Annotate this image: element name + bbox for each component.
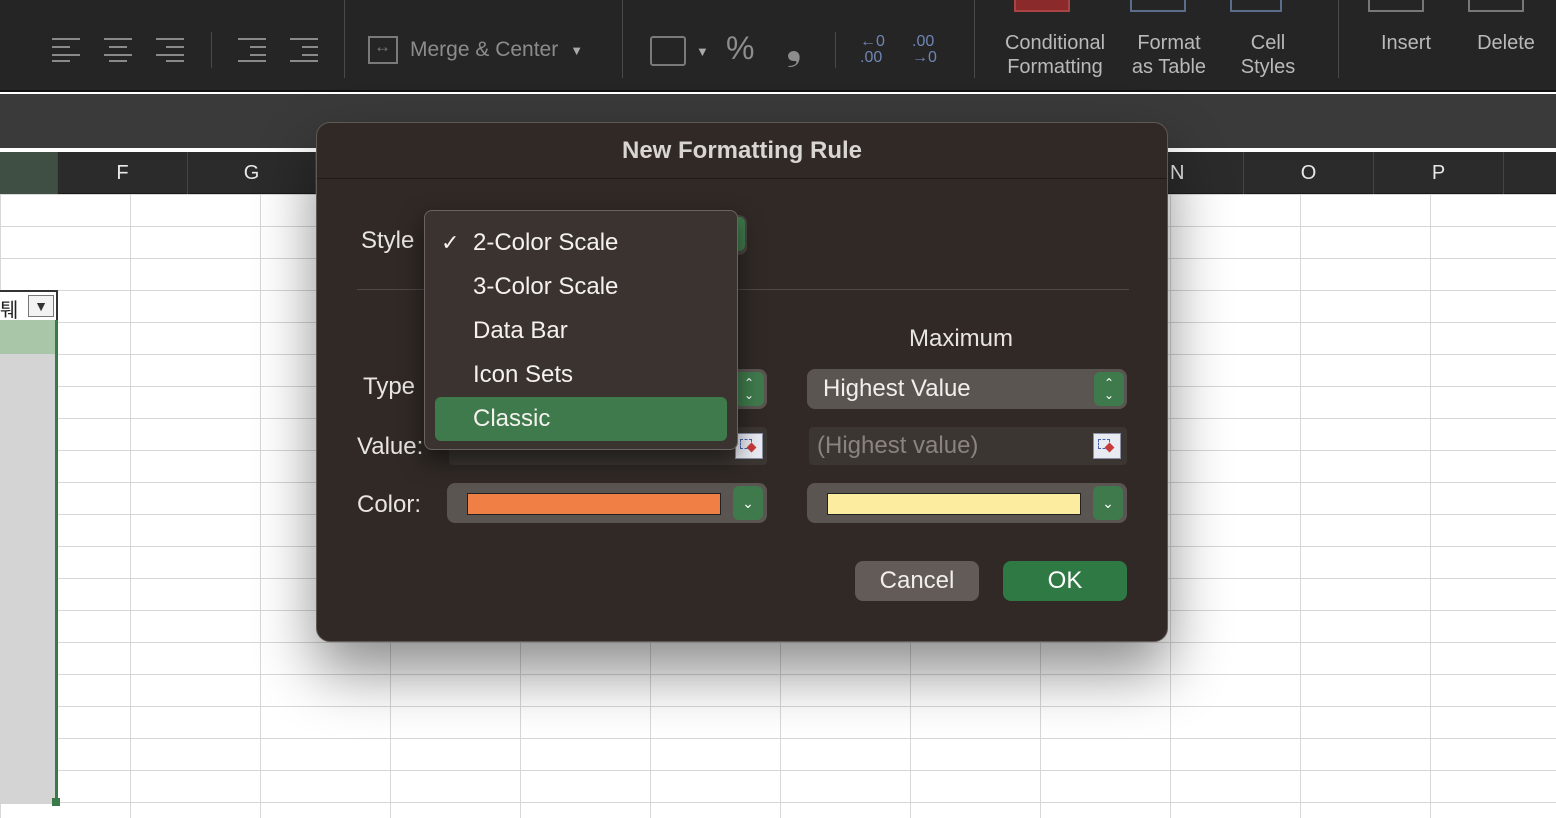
ribbon-divider — [211, 32, 212, 68]
chevron-down-icon: ⌄ — [1093, 486, 1123, 520]
ribbon-divider — [974, 0, 975, 78]
cancel-button[interactable]: Cancel — [855, 561, 979, 601]
merge-center-button[interactable]: Merge & Center ▼ — [368, 32, 583, 68]
column-header-p[interactable]: P — [1374, 152, 1504, 194]
max-type-value: Highest Value — [823, 375, 971, 402]
delete-label: Delete — [1477, 32, 1535, 54]
max-value-placeholder: (Highest value) — [817, 432, 979, 459]
menu-item-icon-sets[interactable]: Icon Sets — [435, 353, 727, 397]
increase-indent-icon[interactable] — [290, 38, 320, 62]
delete-button[interactable]: Delete — [1466, 31, 1546, 55]
chevron-updown-icon: ⌃ ⌄ — [1094, 372, 1124, 406]
maximum-heading: Maximum — [909, 325, 1014, 352]
decrease-indent-icon[interactable] — [238, 38, 268, 62]
chevron-down-icon[interactable]: ▼ — [570, 43, 583, 58]
ribbon-divider — [622, 0, 623, 78]
menu-item-label: 3-Color Scale — [473, 273, 619, 300]
selected-column-range[interactable] — [0, 320, 58, 804]
increase-decimal-icon[interactable]: .00 →0 — [912, 34, 948, 66]
max-type-select[interactable]: Highest Value ⌃ ⌄ — [807, 369, 1127, 409]
cell-styles-button[interactable]: Cell Styles — [1228, 31, 1308, 79]
cell-styles-line1: Cell — [1250, 32, 1286, 54]
dialog-title: New Formatting Rule — [317, 123, 1167, 179]
percent-style-icon[interactable]: % — [726, 30, 754, 67]
format-as-table-line2: as Table — [1131, 56, 1207, 78]
cell-styles-line2: Styles — [1240, 56, 1296, 78]
menu-item-label: 2-Color Scale — [473, 229, 619, 256]
filter-header-cell[interactable]: 퉤 ▼ — [0, 290, 58, 322]
cell-styles-icon — [1230, 0, 1282, 12]
active-cell[interactable] — [0, 320, 55, 354]
style-label: Style — [361, 227, 415, 254]
menu-item-label: Icon Sets — [473, 361, 574, 388]
format-as-table-icon — [1130, 0, 1186, 12]
ok-button[interactable]: OK — [1003, 561, 1127, 601]
comma-style-icon[interactable]: ❟ — [786, 24, 802, 69]
format-as-table-line1: Format — [1137, 32, 1201, 54]
align-left-icon[interactable] — [52, 38, 82, 62]
decrease-decimal-icon[interactable]: ←0 .00 — [860, 34, 896, 66]
column-header-g[interactable]: G — [188, 152, 316, 194]
ribbon-divider — [835, 32, 836, 68]
conditional-formatting-line2: Formatting — [1007, 56, 1103, 78]
color-label: Color: — [357, 491, 422, 518]
column-header-n[interactable]: N — [1168, 152, 1244, 194]
chevron-updown-icon: ⌃ ⌄ — [734, 372, 764, 406]
menu-item-2-color-scale[interactable]: ✓ 2-Color Scale — [435, 221, 727, 265]
min-color-swatch — [467, 493, 721, 515]
align-center-icon[interactable] — [104, 38, 134, 62]
max-value-input[interactable]: (Highest value) — [809, 427, 1127, 465]
min-color-select[interactable]: ⌄ — [447, 483, 767, 523]
accounting-format-icon[interactable] — [650, 36, 686, 66]
insert-icon — [1368, 0, 1424, 12]
format-as-table-button[interactable]: Format as Table — [1124, 31, 1214, 79]
conditional-formatting-line1: Conditional — [1004, 32, 1106, 54]
merge-center-label: Merge & Center — [410, 38, 559, 61]
ribbon: Merge & Center ▼ ▼ % ❟ ←0 .00 .00 →0 Con… — [0, 0, 1556, 92]
style-dropdown-menu: ✓ 2-Color Scale 3-Color Scale Data Bar I… — [424, 210, 738, 450]
value-label: Value: — [357, 433, 424, 460]
column-header-f[interactable]: F — [58, 152, 188, 194]
conditional-formatting-icon — [1014, 0, 1070, 12]
column-header-selected[interactable] — [0, 152, 58, 194]
range-picker-icon[interactable] — [735, 433, 763, 459]
insert-button[interactable]: Insert — [1366, 31, 1446, 55]
filter-cell-text: 퉤 — [0, 300, 19, 322]
ribbon-divider — [1338, 0, 1339, 78]
menu-item-label: Classic — [473, 405, 551, 432]
conditional-formatting-button[interactable]: Conditional Formatting — [996, 31, 1114, 79]
delete-icon — [1468, 0, 1524, 12]
max-color-swatch — [827, 493, 1081, 515]
max-color-select[interactable]: ⌄ — [807, 483, 1127, 523]
fill-handle[interactable] — [52, 798, 60, 806]
type-label: Type — [363, 373, 416, 400]
menu-item-3-color-scale[interactable]: 3-Color Scale — [435, 265, 727, 309]
range-picker-icon[interactable] — [1093, 433, 1121, 459]
insert-label: Insert — [1380, 32, 1432, 54]
filter-dropdown-icon[interactable]: ▼ — [28, 295, 54, 317]
chevron-down-icon[interactable]: ▼ — [696, 44, 709, 59]
menu-item-classic[interactable]: Classic — [435, 397, 727, 441]
menu-item-data-bar[interactable]: Data Bar — [435, 309, 727, 353]
merge-icon — [368, 36, 398, 64]
column-header-o[interactable]: O — [1244, 152, 1374, 194]
menu-item-label: Data Bar — [473, 317, 568, 344]
align-right-icon[interactable] — [156, 38, 186, 62]
checkmark-icon: ✓ — [441, 230, 460, 255]
chevron-down-icon: ⌄ — [733, 486, 763, 520]
ribbon-divider — [344, 0, 345, 78]
